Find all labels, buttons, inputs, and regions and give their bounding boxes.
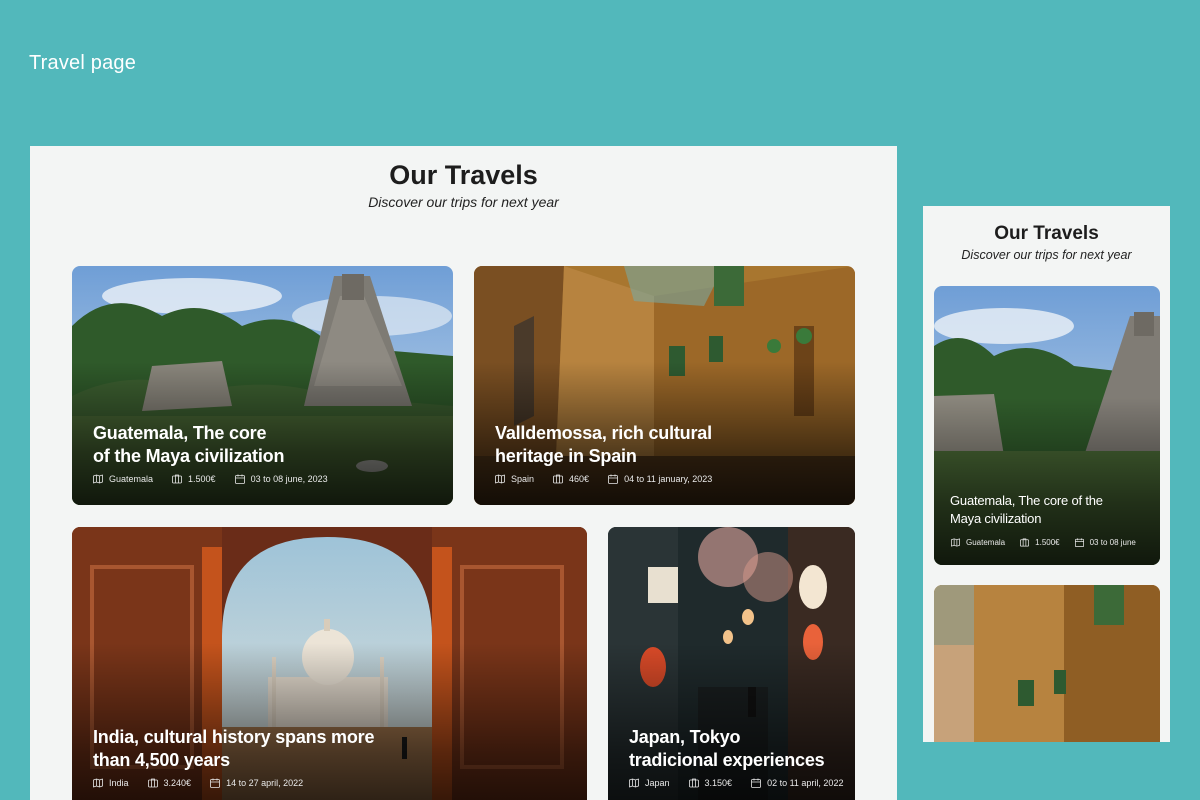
card-title: Valldemossa, rich cultural heritage in S… (495, 423, 712, 466)
wallet-icon (1019, 537, 1030, 548)
card-title: Guatemala, The core of the Maya civiliza… (93, 423, 285, 466)
card-dates: 04 to 11 january, 2023 (624, 474, 713, 484)
section-subtitle: Discover our trips for next year (961, 248, 1132, 262)
wallet-icon (688, 777, 700, 789)
card-title: India, cultural history spans more than … (93, 727, 375, 770)
card-price: 3.150€ (704, 778, 733, 788)
card-dates: 03 to 08 june, 2023 (250, 474, 328, 484)
card-meta: Japan 3.150€ 02 to 11 april, 2022 (628, 777, 855, 789)
card-country: Japan (645, 778, 670, 788)
calendar-icon (607, 473, 619, 485)
wallet-icon (171, 473, 183, 485)
page-label: Travel page (29, 52, 137, 74)
card-country: Guatemala (966, 538, 1006, 547)
card-meta: Guatemala 1.500€ 03 to 08 june (950, 537, 1150, 548)
card-dates: 14 to 27 april, 2022 (226, 778, 304, 788)
section-subtitle: Discover our trips for next year (368, 194, 559, 210)
desktop-frame: Our Travels Discover our trips for next … (30, 146, 897, 800)
card-country: Guatemala (109, 474, 154, 484)
map-icon (950, 537, 961, 548)
card-title: Japan, Tokyo tradicional experiences (629, 727, 825, 770)
card-country: Spain (511, 474, 535, 484)
section-title: Our Travels (389, 160, 538, 190)
calendar-icon (234, 473, 246, 485)
card-price: 1.500€ (1035, 538, 1060, 547)
card-meta: Guatemala 1.500€ 03 to 08 june, 2023 (92, 473, 346, 485)
card-meta: Spain 460€ 04 to 11 january, 2023 (494, 473, 730, 485)
wallet-icon (552, 473, 564, 485)
travel-card-guatemala[interactable]: Guatemala, The core of the Maya civiliza… (934, 286, 1160, 565)
card-dates: 02 to 11 april, 2022 (767, 778, 844, 788)
map-icon (92, 473, 104, 485)
card-country: India (109, 778, 129, 788)
map-icon (92, 777, 104, 789)
card-price: 1.500€ (188, 474, 216, 484)
travel-card-spain[interactable] (934, 585, 1160, 742)
card-title: Guatemala, The core of the Maya civiliza… (950, 493, 1103, 526)
card-price: 460€ (569, 474, 590, 484)
card-price: 3.240€ (163, 778, 192, 788)
card-meta: India 3.240€ 14 to 27 april, 2022 (92, 777, 321, 789)
card-dates: 03 to 08 june (1089, 538, 1136, 547)
travel-card-japan[interactable]: Japan, Tokyo tradicional experiences Jap… (608, 527, 855, 800)
calendar-icon (750, 777, 762, 789)
travel-card-india[interactable]: India, cultural history spans more than … (72, 527, 587, 800)
wallet-icon (147, 777, 159, 789)
map-icon (628, 777, 640, 789)
calendar-icon (209, 777, 221, 789)
travel-card-guatemala[interactable]: Guatemala, The core of the Maya civiliza… (72, 266, 453, 505)
mobile-frame: Our Travels Discover our trips for next … (923, 206, 1170, 742)
card-image (934, 585, 1160, 742)
section-title: Our Travels (994, 223, 1099, 244)
travel-card-spain[interactable]: Valldemossa, rich cultural heritage in S… (474, 266, 855, 505)
map-icon (494, 473, 506, 485)
calendar-icon (1074, 537, 1085, 548)
